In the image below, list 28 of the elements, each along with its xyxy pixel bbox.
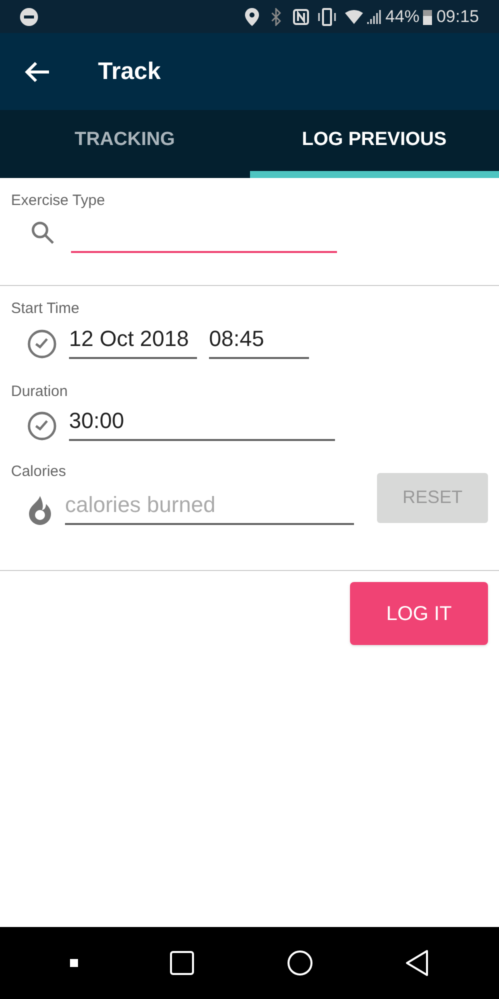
time-field[interactable]: 08:45 bbox=[209, 328, 309, 358]
log-it-button[interactable]: LOG IT bbox=[350, 582, 488, 645]
nfc-icon bbox=[293, 8, 310, 24]
tab[interactable]: TRACKING bbox=[0, 110, 250, 178]
date-field[interactable]: 12 Oct 2018 bbox=[69, 328, 197, 358]
field-label: Start Time bbox=[11, 299, 80, 319]
battery-icon bbox=[423, 8, 432, 24]
duration-field[interactable]: 30:00 bbox=[69, 411, 335, 441]
location-icon bbox=[245, 8, 260, 26]
calories-field[interactable]: calories burned bbox=[65, 488, 354, 524]
battery-percent: 44% bbox=[385, 6, 420, 28]
wifi-icon bbox=[345, 10, 364, 24]
back-arrow-icon[interactable] bbox=[24, 60, 50, 82]
screen-title: Track bbox=[98, 56, 161, 86]
vibrate-icon bbox=[317, 8, 338, 26]
field-label: Exercise Type bbox=[11, 191, 106, 211]
square-icon[interactable] bbox=[170, 951, 194, 975]
bluetooth-icon bbox=[271, 8, 282, 26]
home-circle-icon[interactable] bbox=[286, 950, 313, 976]
do-not-disturb-icon bbox=[20, 8, 38, 26]
back-triangle-icon[interactable] bbox=[404, 950, 429, 976]
flame-icon bbox=[27, 494, 53, 524]
field-label: Calories bbox=[11, 462, 68, 482]
tab[interactable]: LOG PREVIOUS bbox=[250, 110, 499, 178]
search-icon bbox=[31, 220, 55, 244]
clock-time: 09:15 bbox=[436, 6, 479, 28]
signal-icon bbox=[367, 10, 382, 24]
field-label: Duration bbox=[11, 382, 69, 402]
